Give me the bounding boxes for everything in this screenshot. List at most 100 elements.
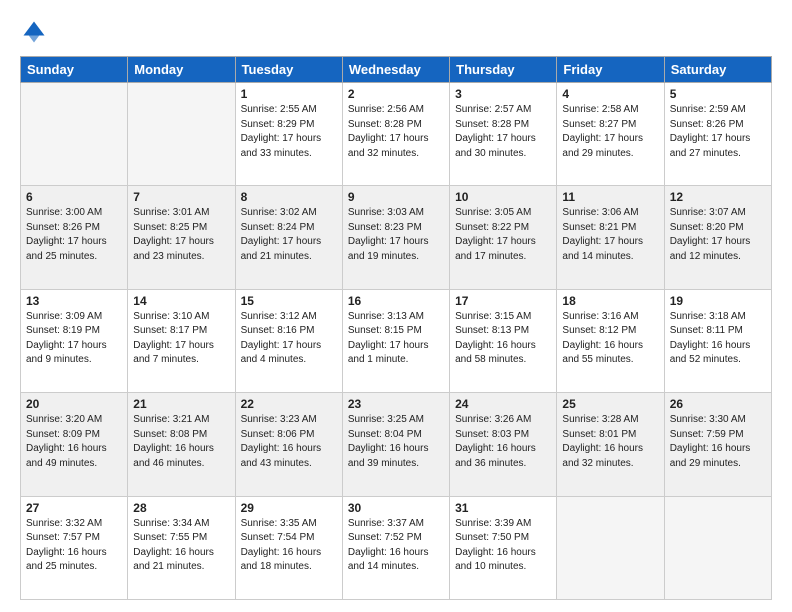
day-number: 13 bbox=[26, 294, 122, 308]
calendar-cell: 31Sunrise: 3:39 AM Sunset: 7:50 PM Dayli… bbox=[450, 496, 557, 599]
calendar-cell bbox=[664, 496, 771, 599]
calendar-cell: 11 Sunrise: 3:06 AM Sunset: 8:21 PM Dayli… bbox=[557, 186, 664, 289]
calendar-cell: 10 Sunrise: 3:05 AM Sunset: 8:22 PM Dayli… bbox=[450, 186, 557, 289]
calendar-week-row: 6 Sunrise: 3:00 AM Sunset: 8:26 PM Daylig… bbox=[21, 186, 772, 289]
day-info: Sunrise: 3:07 AM Sunset: 8:20 PM Dayligh… bbox=[670, 206, 766, 264]
day-number: 1 bbox=[241, 87, 337, 101]
day-number: 11 bbox=[562, 190, 658, 204]
day-header-wednesday: Wednesday bbox=[342, 57, 449, 83]
calendar-cell: 26 Sunrise: 3:30 AM Sunset: 7:59 PM Dayli… bbox=[664, 393, 771, 496]
day-number: 31 bbox=[455, 501, 551, 515]
calendar-cell: 12 Sunrise: 3:07 AM Sunset: 8:20 PM Dayli… bbox=[664, 186, 771, 289]
day-info: Sunrise: 3:02 AM Sunset: 8:24 PM Dayligh… bbox=[241, 206, 337, 264]
day-header-monday: Monday bbox=[128, 57, 235, 83]
calendar-cell: 8Sunrise: 3:02 AM Sunset: 8:24 PM Daylig… bbox=[235, 186, 342, 289]
calendar-cell: 18Sunrise: 3:16 AM Sunset: 8:12 PM Dayli… bbox=[557, 289, 664, 392]
calendar-cell: 22 Sunrise: 3:23 AM Sunset: 8:06 PM Dayli… bbox=[235, 393, 342, 496]
day-info: Sunrise: 3:03 AM Sunset: 8:23 PM Dayligh… bbox=[348, 206, 444, 264]
day-header-friday: Friday bbox=[557, 57, 664, 83]
day-header-thursday: Thursday bbox=[450, 57, 557, 83]
calendar-week-row: 13 Sunrise: 3:09 AM Sunset: 8:19 PM Dayli… bbox=[21, 289, 772, 392]
day-number: 10 bbox=[455, 190, 551, 204]
calendar-week-row: 1 Sunrise: 2:55 AM Sunset: 8:29 PM Daylig… bbox=[21, 83, 772, 186]
day-info: Sunrise: 3:23 AM Sunset: 8:06 PM Dayligh… bbox=[241, 413, 337, 471]
day-number: 24 bbox=[455, 397, 551, 411]
calendar-week-row: 20 Sunrise: 3:20 AM Sunset: 8:09 PM Dayli… bbox=[21, 393, 772, 496]
calendar-cell: 17Sunrise: 3:15 AM Sunset: 8:13 PM Dayli… bbox=[450, 289, 557, 392]
day-number: 19 bbox=[670, 294, 766, 308]
day-number: 14 bbox=[133, 294, 229, 308]
day-header-tuesday: Tuesday bbox=[235, 57, 342, 83]
day-info: Sunrise: 3:30 AM Sunset: 7:59 PM Dayligh… bbox=[670, 413, 766, 471]
calendar-cell: 23 Sunrise: 3:25 AM Sunset: 8:04 PM Dayli… bbox=[342, 393, 449, 496]
day-number: 2 bbox=[348, 87, 444, 101]
day-number: 16 bbox=[348, 294, 444, 308]
day-info: Sunrise: 3:32 AM Sunset: 7:57 PM Dayligh… bbox=[26, 517, 122, 575]
calendar-cell bbox=[557, 496, 664, 599]
day-number: 28 bbox=[133, 501, 229, 515]
day-number: 6 bbox=[26, 190, 122, 204]
day-info: Sunrise: 3:18 AM Sunset: 8:11 PM Dayligh… bbox=[670, 310, 766, 368]
day-number: 27 bbox=[26, 501, 122, 515]
day-number: 7 bbox=[133, 190, 229, 204]
calendar-cell: 7Sunrise: 3:01 AM Sunset: 8:25 PM Daylig… bbox=[128, 186, 235, 289]
calendar-cell bbox=[21, 83, 128, 186]
day-number: 29 bbox=[241, 501, 337, 515]
calendar-cell: 29Sunrise: 3:35 AM Sunset: 7:54 PM Dayli… bbox=[235, 496, 342, 599]
day-info: Sunrise: 3:20 AM Sunset: 8:09 PM Dayligh… bbox=[26, 413, 122, 471]
day-number: 25 bbox=[562, 397, 658, 411]
day-info: Sunrise: 3:13 AM Sunset: 8:15 PM Dayligh… bbox=[348, 310, 444, 368]
day-number: 3 bbox=[455, 87, 551, 101]
day-header-sunday: Sunday bbox=[21, 57, 128, 83]
day-info: Sunrise: 3:28 AM Sunset: 8:01 PM Dayligh… bbox=[562, 413, 658, 471]
calendar-cell: 5 Sunrise: 2:59 AM Sunset: 8:26 PM Daylig… bbox=[664, 83, 771, 186]
day-info: Sunrise: 3:26 AM Sunset: 8:03 PM Dayligh… bbox=[455, 413, 551, 471]
day-info: Sunrise: 2:59 AM Sunset: 8:26 PM Dayligh… bbox=[670, 103, 766, 161]
calendar-cell: 30 Sunrise: 3:37 AM Sunset: 7:52 PM Dayli… bbox=[342, 496, 449, 599]
page: SundayMondayTuesdayWednesdayThursdayFrid… bbox=[0, 0, 792, 612]
day-info: Sunrise: 3:37 AM Sunset: 7:52 PM Dayligh… bbox=[348, 517, 444, 575]
day-number: 21 bbox=[133, 397, 229, 411]
day-number: 26 bbox=[670, 397, 766, 411]
day-info: Sunrise: 3:12 AM Sunset: 8:16 PM Dayligh… bbox=[241, 310, 337, 368]
calendar-header-row: SundayMondayTuesdayWednesdayThursdayFrid… bbox=[21, 57, 772, 83]
day-number: 20 bbox=[26, 397, 122, 411]
day-info: Sunrise: 3:25 AM Sunset: 8:04 PM Dayligh… bbox=[348, 413, 444, 471]
logo-icon bbox=[20, 18, 48, 46]
day-info: Sunrise: 3:05 AM Sunset: 8:22 PM Dayligh… bbox=[455, 206, 551, 264]
day-info: Sunrise: 3:06 AM Sunset: 8:21 PM Dayligh… bbox=[562, 206, 658, 264]
calendar-cell: 9Sunrise: 3:03 AM Sunset: 8:23 PM Daylig… bbox=[342, 186, 449, 289]
calendar-cell: 15 Sunrise: 3:12 AM Sunset: 8:16 PM Dayli… bbox=[235, 289, 342, 392]
day-header-saturday: Saturday bbox=[664, 57, 771, 83]
day-info: Sunrise: 3:21 AM Sunset: 8:08 PM Dayligh… bbox=[133, 413, 229, 471]
day-number: 30 bbox=[348, 501, 444, 515]
calendar-cell: 27 Sunrise: 3:32 AM Sunset: 7:57 PM Dayli… bbox=[21, 496, 128, 599]
day-info: Sunrise: 3:16 AM Sunset: 8:12 PM Dayligh… bbox=[562, 310, 658, 368]
calendar-cell: 21 Sunrise: 3:21 AM Sunset: 8:08 PM Dayli… bbox=[128, 393, 235, 496]
calendar-cell: 14 Sunrise: 3:10 AM Sunset: 8:17 PM Dayli… bbox=[128, 289, 235, 392]
day-info: Sunrise: 2:58 AM Sunset: 8:27 PM Dayligh… bbox=[562, 103, 658, 161]
day-number: 5 bbox=[670, 87, 766, 101]
day-number: 23 bbox=[348, 397, 444, 411]
logo bbox=[20, 18, 52, 46]
day-info: Sunrise: 2:55 AM Sunset: 8:29 PM Dayligh… bbox=[241, 103, 337, 161]
day-info: Sunrise: 3:09 AM Sunset: 8:19 PM Dayligh… bbox=[26, 310, 122, 368]
calendar-cell bbox=[128, 83, 235, 186]
day-info: Sunrise: 2:57 AM Sunset: 8:28 PM Dayligh… bbox=[455, 103, 551, 161]
calendar-cell: 1 Sunrise: 2:55 AM Sunset: 8:29 PM Daylig… bbox=[235, 83, 342, 186]
day-info: Sunrise: 3:34 AM Sunset: 7:55 PM Dayligh… bbox=[133, 517, 229, 575]
calendar-cell: 28 Sunrise: 3:34 AM Sunset: 7:55 PM Dayli… bbox=[128, 496, 235, 599]
calendar-cell: 20 Sunrise: 3:20 AM Sunset: 8:09 PM Dayli… bbox=[21, 393, 128, 496]
calendar-cell: 2 Sunrise: 2:56 AM Sunset: 8:28 PM Daylig… bbox=[342, 83, 449, 186]
calendar: SundayMondayTuesdayWednesdayThursdayFrid… bbox=[20, 56, 772, 600]
calendar-cell: 25 Sunrise: 3:28 AM Sunset: 8:01 PM Dayli… bbox=[557, 393, 664, 496]
calendar-cell: 4 Sunrise: 2:58 AM Sunset: 8:27 PM Daylig… bbox=[557, 83, 664, 186]
calendar-cell: 13 Sunrise: 3:09 AM Sunset: 8:19 PM Dayli… bbox=[21, 289, 128, 392]
day-info: Sunrise: 2:56 AM Sunset: 8:28 PM Dayligh… bbox=[348, 103, 444, 161]
day-number: 4 bbox=[562, 87, 658, 101]
day-info: Sunrise: 3:10 AM Sunset: 8:17 PM Dayligh… bbox=[133, 310, 229, 368]
day-number: 12 bbox=[670, 190, 766, 204]
day-number: 22 bbox=[241, 397, 337, 411]
day-info: Sunrise: 3:00 AM Sunset: 8:26 PM Dayligh… bbox=[26, 206, 122, 264]
day-number: 15 bbox=[241, 294, 337, 308]
